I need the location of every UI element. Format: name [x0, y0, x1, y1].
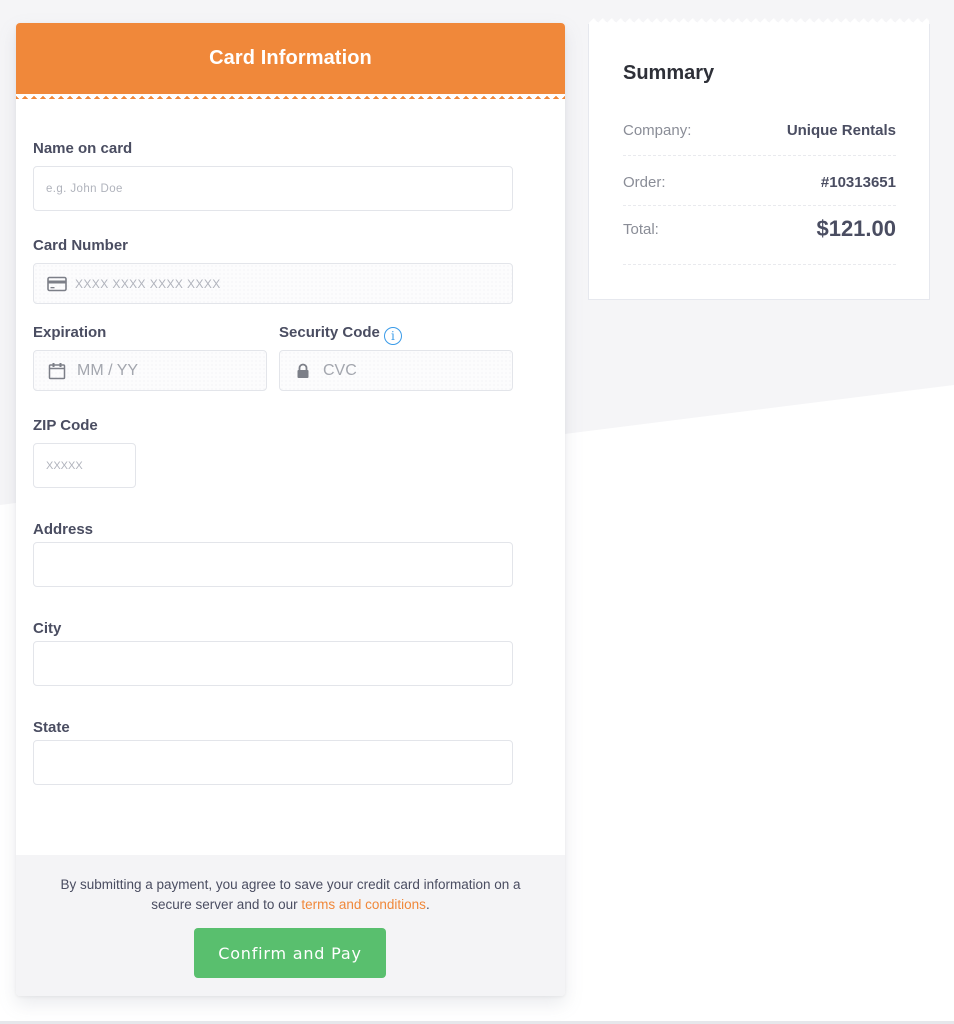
summary-title: Summary	[623, 62, 715, 84]
summary-key: Company:	[623, 122, 692, 139]
expiration-input[interactable]: MM / YY	[33, 350, 267, 391]
zigzag-edge	[589, 18, 929, 24]
summary-row-order: Order: #10313651	[623, 169, 896, 206]
expiration-placeholder: MM / YY	[77, 361, 139, 379]
city-label: City	[33, 620, 62, 637]
zip-code-label: ZIP Code	[33, 417, 98, 434]
address-label: Address	[33, 521, 94, 538]
terms-and-conditions-link[interactable]: terms and conditions	[301, 897, 426, 912]
card-information-panel: Card Information Name on card e.g. John …	[16, 23, 565, 996]
state-label: State	[33, 719, 70, 736]
lock-icon	[293, 361, 313, 381]
zip-code-input[interactable]: XXXXX	[33, 443, 136, 488]
name-on-card-label: Name on card	[33, 140, 133, 157]
card-header: Card Information	[16, 23, 565, 100]
address-input[interactable]	[33, 542, 513, 587]
summary-key: Total:	[623, 220, 659, 238]
expiration-label: Expiration	[33, 324, 107, 341]
confirm-and-pay-button[interactable]: Confirm and Pay	[194, 928, 386, 978]
security-code-label-text: Security Code	[279, 324, 380, 341]
disclaimer-text: By submitting a payment, you agree to sa…	[46, 875, 535, 915]
credit-card-icon	[47, 274, 67, 294]
zip-code-placeholder: XXXXX	[46, 459, 83, 472]
security-code-label: Security Code i	[279, 324, 402, 345]
summary-total-value: $121.00	[816, 216, 896, 241]
name-on-card-input[interactable]: e.g. John Doe	[33, 166, 513, 211]
zigzag-edge	[16, 94, 565, 100]
summary-row-total: Total: $121.00	[623, 216, 896, 265]
info-icon[interactable]: i	[383, 327, 402, 345]
disclaimer-suffix: .	[425, 897, 430, 912]
city-input[interactable]	[33, 641, 513, 686]
summary-key: Order:	[623, 173, 666, 191]
card-footer: By submitting a payment, you agree to sa…	[16, 855, 565, 996]
card-number-input[interactable]: XXXX XXXX XXXX XXXX	[33, 263, 513, 304]
order-summary-panel: Summary Company: Unique Rentals Order: #…	[588, 18, 930, 300]
summary-row-company: Company: Unique Rentals	[623, 118, 896, 156]
name-on-card-placeholder: e.g. John Doe	[46, 182, 123, 195]
summary-value: #10313651	[820, 173, 896, 191]
card-number-label: Card Number	[33, 237, 129, 254]
card-title: Card Information	[209, 46, 372, 69]
summary-value: Unique Rentals	[786, 122, 896, 139]
calendar-icon	[47, 361, 67, 381]
state-input[interactable]	[33, 740, 513, 785]
disclaimer-prefix: By submitting a payment, you agree to sa…	[60, 877, 521, 912]
security-code-input[interactable]: CVC	[279, 350, 513, 391]
card-number-placeholder: XXXX XXXX XXXX XXXX	[75, 276, 221, 291]
security-code-placeholder: CVC	[323, 361, 357, 379]
